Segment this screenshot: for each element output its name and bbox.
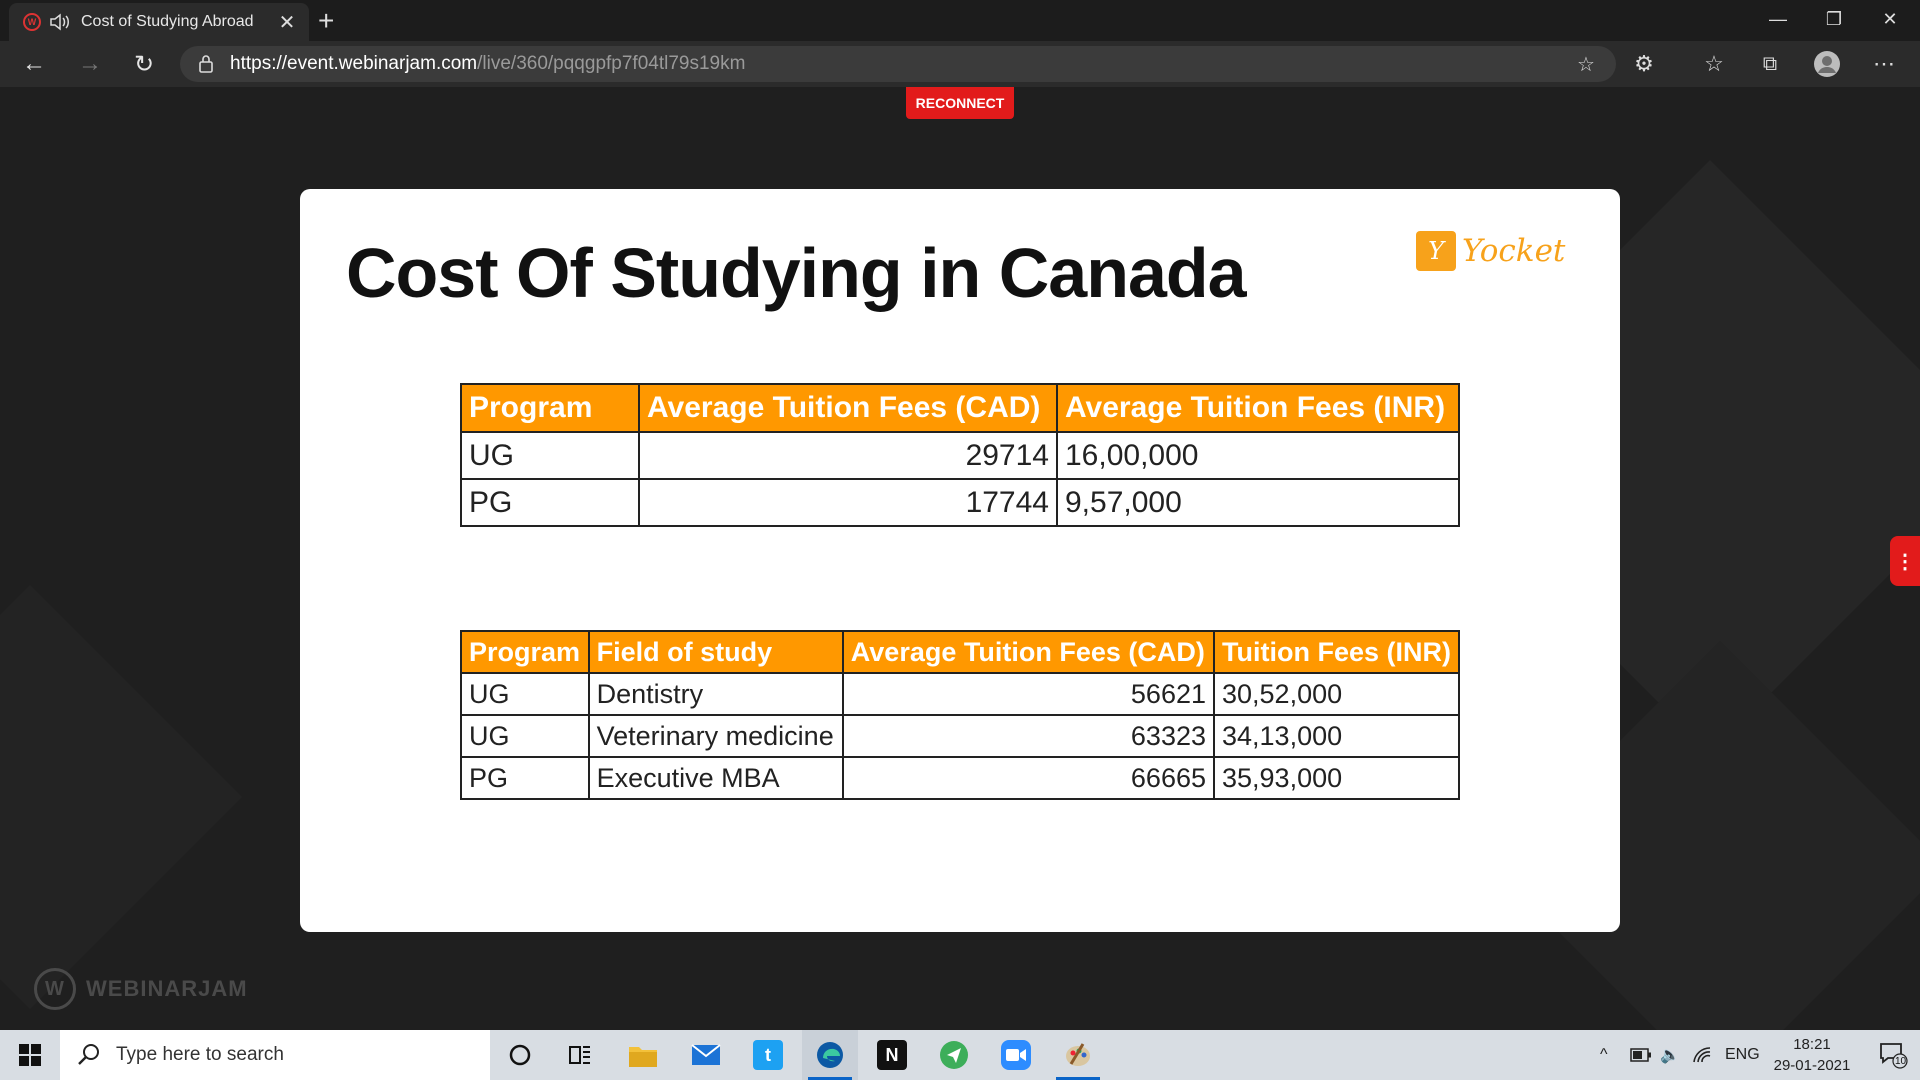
table-cell: 34,13,000	[1213, 714, 1460, 758]
file-explorer-icon[interactable]	[615, 1030, 671, 1080]
clock-time: 18:21	[1793, 1036, 1831, 1053]
collections-icon[interactable]: ⧉	[1755, 49, 1785, 79]
tuition-table-average: Program Average Tuition Fees (CAD) Avera…	[460, 383, 1460, 527]
background-shape	[0, 584, 243, 1010]
reconnect-button[interactable]: RECONNECT	[906, 87, 1014, 119]
windows-taskbar: Type here to search t N ^ 🔈 ENG 18:21 29…	[0, 1030, 1920, 1080]
favorites-icon[interactable]: ☆	[1699, 49, 1729, 79]
webinarjam-logo-icon: W	[34, 968, 76, 1010]
browser-tab-bar: W Cost of Studying Abroad ✕ + — ❐ ✕	[0, 0, 1920, 41]
wifi-icon[interactable]	[1692, 1030, 1712, 1080]
yocket-logo: Y Yocket	[1416, 231, 1565, 271]
task-view-icon[interactable]	[552, 1030, 608, 1080]
notion-icon[interactable]: N	[864, 1030, 920, 1080]
extension-gear-icon[interactable]: ⚙	[1629, 49, 1659, 79]
presentation-slide: Cost Of Studying in Canada Y Yocket Prog…	[300, 189, 1620, 932]
profile-avatar-icon[interactable]	[1812, 49, 1842, 79]
table-cell: 63323	[841, 714, 1216, 758]
table-header-row: Program Field of study Average Tuition F…	[460, 630, 1460, 674]
edge-browser-icon[interactable]	[802, 1030, 858, 1080]
table-cell: 66665	[841, 756, 1216, 800]
back-icon[interactable]: ←	[16, 47, 52, 81]
new-tab-icon[interactable]: +	[318, 5, 334, 37]
side-panel-toggle-button[interactable]: ⋮	[1890, 536, 1920, 586]
lock-icon[interactable]	[198, 54, 214, 74]
search-placeholder: Type here to search	[116, 1044, 284, 1065]
column-header: Tuition Fees (INR)	[1213, 630, 1460, 674]
webinarjam-favicon-icon: W	[23, 13, 41, 31]
speaker-icon[interactable]	[49, 12, 71, 32]
table-cell: UG	[460, 672, 590, 716]
show-hidden-icons-chevron-icon[interactable]: ^	[1600, 1030, 1608, 1080]
tab-title: Cost of Studying Abroad	[81, 13, 254, 30]
table-cell: Dentistry	[587, 672, 844, 716]
forward-icon[interactable]: →	[72, 47, 108, 81]
table-cell: 29714	[638, 431, 1058, 480]
table-header-row: Program Average Tuition Fees (CAD) Avera…	[460, 383, 1460, 433]
action-center-icon[interactable]: 10	[1866, 1030, 1920, 1080]
notification-count-badge: 10	[1895, 1056, 1907, 1067]
table-cell: 9,57,000	[1056, 478, 1460, 527]
mail-icon[interactable]	[678, 1030, 734, 1080]
refresh-icon[interactable]: ↻	[126, 47, 162, 81]
table-cell: UG	[460, 431, 640, 480]
table-cell: 30,52,000	[1213, 672, 1460, 716]
table-cell: 56621	[841, 672, 1216, 716]
webinar-stage: RECONNECT Cost Of Studying in Canada Y Y…	[0, 87, 1920, 1030]
minimize-icon[interactable]: —	[1750, 0, 1806, 38]
yocket-logo-mark: Y	[1416, 231, 1456, 271]
browser-toolbar: ← → ↻ https://event.webinarjam.com/live/…	[0, 41, 1920, 87]
slide-title: Cost Of Studying in Canada	[346, 234, 1247, 312]
cortana-icon[interactable]	[492, 1030, 548, 1080]
column-header: Program	[460, 630, 590, 674]
table-cell: Executive MBA	[587, 756, 844, 800]
table-row: UG Veterinary medicine 63323 34,13,000	[460, 714, 1460, 758]
table-cell: Veterinary medicine	[587, 714, 844, 758]
table-cell: 17744	[638, 478, 1058, 527]
column-header: Average Tuition Fees (CAD)	[638, 383, 1058, 433]
table-row: PG 17744 9,57,000	[460, 478, 1460, 527]
yocket-logo-text: Yocket	[1462, 233, 1566, 269]
table-row: PG Executive MBA 66665 35,93,000	[460, 756, 1460, 800]
table-cell: PG	[460, 756, 590, 800]
zoom-icon[interactable]	[988, 1030, 1044, 1080]
column-header: Field of study	[587, 630, 844, 674]
address-bar[interactable]: https://event.webinarjam.com/live/360/pq…	[180, 46, 1616, 82]
browser-tab[interactable]: W Cost of Studying Abroad ✕	[9, 3, 309, 41]
input-language-indicator[interactable]: ENG	[1725, 1030, 1760, 1080]
add-favorite-star-icon[interactable]: ☆	[1571, 49, 1601, 79]
paint-icon[interactable]	[1050, 1030, 1106, 1080]
table-row: UG 29714 16,00,000	[460, 431, 1460, 480]
battery-icon[interactable]	[1630, 1030, 1652, 1080]
url-text: https://event.webinarjam.com/live/360/pq…	[230, 53, 745, 75]
table-cell: 35,93,000	[1213, 756, 1460, 800]
table-cell: PG	[460, 478, 640, 527]
taskbar-search-box[interactable]: Type here to search	[60, 1030, 490, 1080]
url-path: /live/360/pqqgpfp7f04tl79s19km	[477, 53, 746, 74]
column-header: Program	[460, 383, 640, 433]
webinarjam-watermark: W WEBINARJAM	[34, 968, 248, 1010]
search-icon	[78, 1044, 99, 1065]
url-host: https://event.webinarjam.com	[230, 53, 478, 74]
clock-date: 29-01-2021	[1773, 1057, 1851, 1074]
tuition-table-by-field: Program Field of study Average Tuition F…	[460, 630, 1460, 800]
table-cell: UG	[460, 714, 590, 758]
twitter-icon[interactable]: t	[740, 1030, 796, 1080]
restore-icon[interactable]: ❐	[1806, 0, 1862, 38]
close-window-icon[interactable]: ✕	[1862, 0, 1918, 38]
more-menu-icon[interactable]: ⋯	[1869, 49, 1899, 79]
send-app-icon[interactable]	[926, 1030, 982, 1080]
table-cell: 16,00,000	[1056, 431, 1460, 480]
close-tab-icon[interactable]: ✕	[275, 10, 299, 35]
watermark-text: WEBINARJAM	[86, 976, 248, 1001]
table-row: UG Dentistry 56621 30,52,000	[460, 672, 1460, 716]
column-header: Average Tuition Fees (INR)	[1056, 383, 1460, 433]
column-header: Average Tuition Fees (CAD)	[841, 630, 1216, 674]
volume-icon[interactable]: 🔈	[1660, 1030, 1680, 1080]
windows-start-icon[interactable]	[0, 1030, 60, 1080]
system-clock[interactable]: 18:21 29-01-2021	[1760, 1034, 1864, 1076]
